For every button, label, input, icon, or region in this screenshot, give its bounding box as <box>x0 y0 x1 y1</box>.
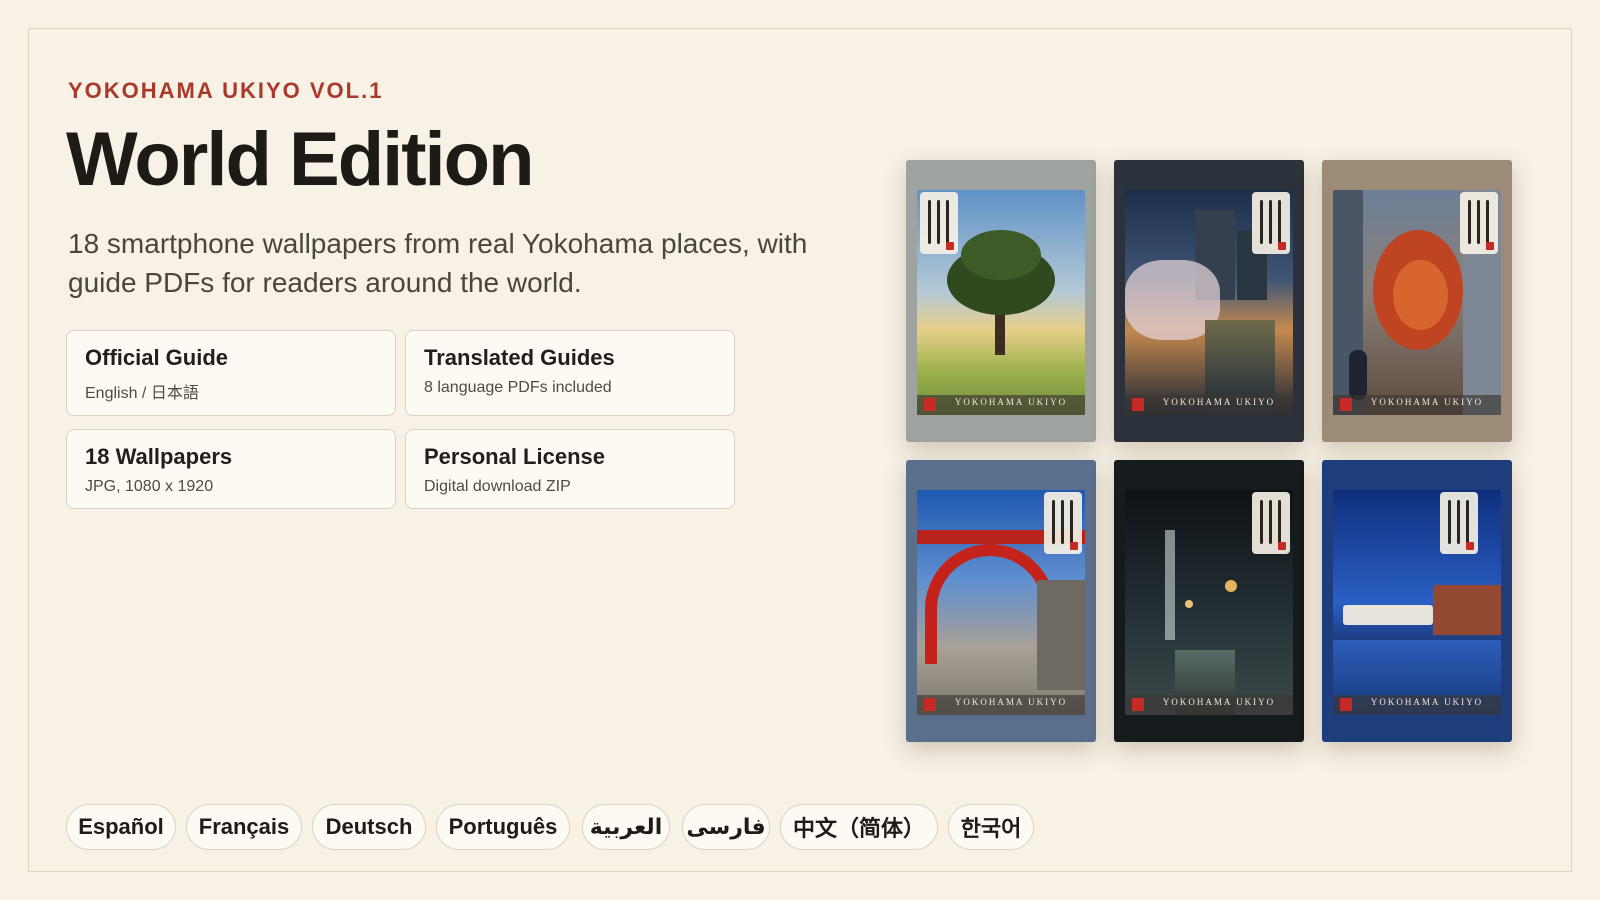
seal-icon <box>1132 698 1144 711</box>
feature-card-translated-guides: Translated Guides 8 language PDFs includ… <box>405 330 735 416</box>
wallpaper-thumbnail[interactable]: YOKOHAMA UKIYO <box>1114 460 1304 742</box>
haiku-card <box>1440 492 1478 554</box>
language-pill-fr[interactable]: Français <box>186 804 302 850</box>
feature-card-subtitle: Digital download ZIP <box>424 478 571 495</box>
page-title: World Edition <box>66 117 535 202</box>
wallpaper-thumbnail[interactable]: YOKOHAMA UKIYO <box>1322 460 1512 742</box>
brand-label: YOKOHAMA UKIYO <box>954 397 1068 407</box>
brand-label: YOKOHAMA UKIYO <box>1370 697 1484 707</box>
haiku-card <box>1044 492 1082 554</box>
seal-icon <box>924 698 936 711</box>
feature-card-title: Personal License <box>424 444 605 469</box>
feature-card-official-guide: Official Guide English / 日本語 <box>66 330 396 416</box>
series-eyebrow: YOKOHAMA UKIYO VOL.1 <box>68 78 384 103</box>
wallpaper-thumbnail[interactable]: YOKOHAMA UKIYO <box>1114 160 1304 442</box>
page-subtitle: 18 smartphone wallpapers from real Yokoh… <box>68 228 808 298</box>
feature-card-title: Translated Guides <box>424 345 615 370</box>
language-pill-ko[interactable]: 한국어 <box>948 804 1034 850</box>
wallpaper-thumbnail[interactable]: YOKOHAMA UKIYO <box>906 160 1096 442</box>
brand-label: YOKOHAMA UKIYO <box>1370 397 1484 407</box>
language-pill-es[interactable]: Español <box>66 804 176 850</box>
feature-card-subtitle: English / 日本語 <box>85 385 199 402</box>
language-pill-zh[interactable]: 中文（简体） <box>780 804 938 850</box>
haiku-card <box>1460 192 1498 254</box>
language-pill-pt[interactable]: Português <box>436 804 570 850</box>
haiku-card <box>1252 192 1290 254</box>
language-pill-de[interactable]: Deutsch <box>312 804 426 850</box>
seal-icon <box>1340 698 1352 711</box>
brand-label: YOKOHAMA UKIYO <box>1162 697 1276 707</box>
feature-card-title: 18 Wallpapers <box>85 444 233 469</box>
haiku-card <box>920 192 958 254</box>
language-pill-fa[interactable]: فارسی <box>682 804 770 850</box>
feature-card-subtitle: 8 language PDFs included <box>424 379 612 396</box>
feature-card-title: Official Guide <box>85 345 229 370</box>
feature-card-subtitle: JPG, 1080 x 1920 <box>85 478 214 495</box>
feature-card-personal-license: Personal License Digital download ZIP <box>405 429 735 509</box>
brand-label: YOKOHAMA UKIYO <box>954 697 1068 707</box>
feature-card-wallpapers: 18 Wallpapers JPG, 1080 x 1920 <box>66 429 396 509</box>
haiku-card <box>1252 492 1290 554</box>
wallpaper-thumbnail[interactable]: YOKOHAMA UKIYO <box>1322 160 1512 442</box>
seal-icon <box>1340 398 1352 411</box>
language-pill-ar[interactable]: العربية <box>582 804 670 850</box>
brand-label: YOKOHAMA UKIYO <box>1162 397 1276 407</box>
wallpaper-thumbnail[interactable]: YOKOHAMA UKIYO <box>906 460 1096 742</box>
seal-icon <box>924 398 936 411</box>
seal-icon <box>1132 398 1144 411</box>
